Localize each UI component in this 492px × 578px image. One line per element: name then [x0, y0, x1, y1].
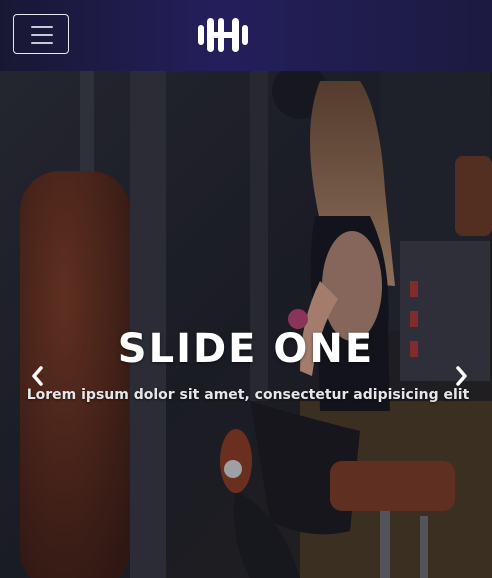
dumbbell-logo-icon[interactable]: [198, 17, 248, 53]
navbar: [0, 0, 492, 71]
hero-carousel: SLIDE ONE Lorem ipsum dolor sit amet, co…: [0, 71, 492, 578]
slide-description: Lorem ipsum dolor sit amet, consectetur …: [26, 387, 470, 403]
slide-overlay: [0, 71, 492, 578]
carousel-next-button[interactable]: [449, 363, 473, 389]
chevron-left-icon: [32, 366, 43, 386]
slide-title: SLIDE ONE: [117, 326, 375, 372]
chevron-right-icon: [456, 366, 467, 386]
navbar-toggle-button[interactable]: [13, 14, 69, 54]
carousel-prev-button[interactable]: [26, 363, 50, 389]
